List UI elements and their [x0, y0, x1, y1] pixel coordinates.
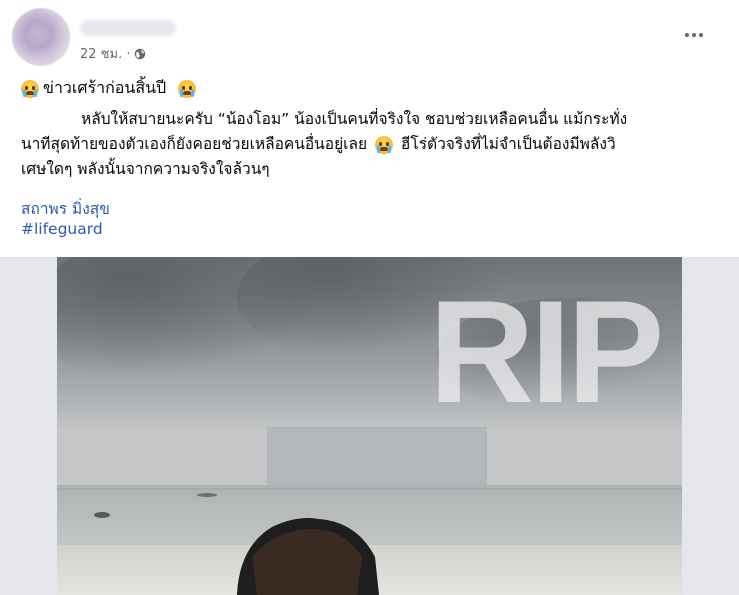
- post-card: 22 ชม. · ข่าวเศร้าก่อนสิ้นปี หลับให้สบาย…: [0, 0, 739, 595]
- post-body: หลับให้สบายนะครับ “น้องโอม” น้องเป็นคนที…: [21, 107, 711, 182]
- crying-face-emoji: [374, 135, 393, 154]
- post-title-text: ข่าวเศร้าก่อนสิ้นปี: [43, 78, 167, 97]
- post-body-line-2b: ฮีโร่ตัวจริงที่ไม่จำเป็นต้องมีพลังวิ: [400, 135, 616, 153]
- globe-icon[interactable]: [134, 48, 146, 60]
- hashtag-link[interactable]: #lifeguard: [21, 220, 103, 238]
- rip-overlay-text: RIP: [429, 270, 664, 433]
- post-body-line-3: เศษใดๆ พลังนั้นจากความจริงใจล้วนๆ: [21, 160, 270, 178]
- crying-face-emoji: [178, 79, 197, 98]
- more-options-icon[interactable]: [682, 30, 706, 40]
- crying-face-emoji: [21, 79, 39, 98]
- author-avatar[interactable]: [12, 8, 70, 66]
- post-meta: 22 ชม. ·: [80, 43, 146, 64]
- mention-link[interactable]: สถาพร มิ่งสุข: [21, 196, 110, 221]
- post-photo[interactable]: RIP: [57, 257, 682, 595]
- post-timestamp[interactable]: 22 ชม. ·: [80, 43, 130, 64]
- post-header: 22 ชม. ·: [10, 8, 730, 66]
- post-body-line-1: หลับให้สบายนะครับ “น้องโอม” น้องเป็นคนที…: [81, 110, 628, 128]
- post-body-line-2a: นาทีสุดท้ายของตัวเองก็ยังคอยช่วยเหลือคนอ…: [21, 135, 368, 153]
- post-title: ข่าวเศร้าก่อนสิ้นปี: [21, 76, 197, 101]
- author-name-blurred[interactable]: [80, 20, 176, 36]
